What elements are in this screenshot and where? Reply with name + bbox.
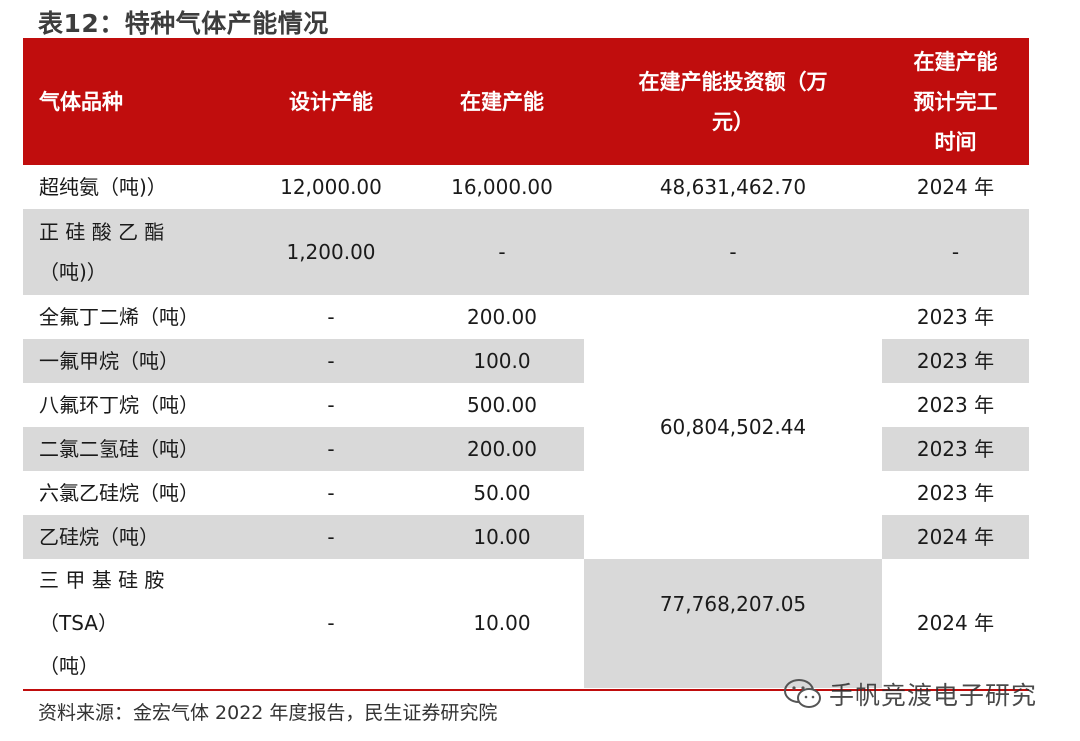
cell-design: -: [242, 295, 420, 339]
cell-completion: 2023 年: [882, 339, 1029, 383]
capacity-table: 气体品种 设计产能 在建产能 在建产能投资额（万 元） 在建产能 预计完工 时间…: [23, 38, 1029, 688]
cell-gas-name: 六氯乙硅烷（吨）: [23, 471, 242, 515]
cell-building: 100.0: [420, 339, 584, 383]
cell-completion: 2023 年: [882, 295, 1029, 339]
cell-gas-name-line2: （TSA）: [39, 611, 118, 635]
cell-gas-name: 八氟环丁烷（吨）: [23, 383, 242, 427]
cell-investment: 77,768,207.05: [584, 559, 882, 688]
table-row: 三 甲 基 硅 胺 （TSA） （吨） - 10.00 77,768,207.0…: [23, 559, 1029, 688]
cell-investment-value: 77,768,207.05: [659, 592, 807, 616]
source-note: 资料来源：金宏气体 2022 年度报告，民生证券研究院: [38, 702, 498, 724]
cell-gas-name: 超纯氨（吨)）: [23, 165, 242, 209]
header-investment-line2: 元）: [712, 109, 754, 134]
cell-gas-name: 乙硅烷（吨）: [23, 515, 242, 559]
watermark: 手帆竞渡电子研究: [783, 676, 1037, 712]
table-header-row: 气体品种 设计产能 在建产能 在建产能投资额（万 元） 在建产能 预计完工 时间: [23, 38, 1029, 165]
cell-design: -: [242, 559, 420, 688]
cell-gas-name: 全氟丁二烯（吨）: [23, 295, 242, 339]
cell-building: 200.00: [420, 295, 584, 339]
cell-completion: 2024 年: [882, 515, 1029, 559]
cell-design: -: [242, 427, 420, 471]
cell-investment: 48,631,462.70: [584, 165, 882, 209]
cell-design: -: [242, 339, 420, 383]
header-investment-line1: 在建产能投资额（万: [638, 69, 828, 94]
cell-gas-name-line1: 正 硅 酸 乙 酯: [39, 220, 165, 244]
cell-building: 500.00: [420, 383, 584, 427]
cell-design: 12,000.00: [242, 165, 420, 209]
cell-design: -: [242, 471, 420, 515]
header-completion-line2: 预计完工: [913, 89, 998, 114]
cell-completion: 2024 年: [882, 165, 1029, 209]
cell-gas-name: 三 甲 基 硅 胺 （TSA） （吨）: [23, 559, 242, 688]
header-completion-line3: 时间: [934, 129, 977, 154]
header-design-capacity: 设计产能: [242, 38, 420, 165]
cell-completion: 2023 年: [882, 383, 1029, 427]
cell-completion: 2023 年: [882, 471, 1029, 515]
cell-building: -: [420, 209, 584, 295]
header-completion: 在建产能 预计完工 时间: [882, 38, 1029, 165]
cell-design: -: [242, 515, 420, 559]
cell-investment: -: [584, 209, 882, 295]
cell-gas-name-line2: （吨)）: [39, 260, 107, 284]
table-title: 表12：特种气体产能情况: [38, 9, 329, 38]
header-building-capacity: 在建产能: [420, 38, 584, 165]
cell-completion: 2023 年: [882, 427, 1029, 471]
cell-design: -: [242, 383, 420, 427]
table-row: 全氟丁二烯（吨） - 200.00 60,804,502.44 2023 年: [23, 295, 1029, 559]
cell-gas-name-line1: 三 甲 基 硅 胺: [39, 568, 165, 592]
watermark-text: 手帆竞渡电子研究: [829, 681, 1038, 710]
header-completion-line1: 在建产能: [913, 49, 998, 74]
cell-investment-merged: 60,804,502.44: [584, 295, 882, 559]
cell-building: 16,000.00: [420, 165, 584, 209]
cell-completion: -: [882, 209, 1029, 295]
cell-gas-name: 二氯二氢硅（吨）: [23, 427, 242, 471]
cell-gas-name: 一氟甲烷（吨）: [23, 339, 242, 383]
cell-gas-name: 正 硅 酸 乙 酯 （吨)）: [23, 209, 242, 295]
header-gas-type: 气体品种: [23, 38, 242, 165]
cell-building: 10.00: [420, 559, 584, 688]
table-row: 超纯氨（吨)） 12,000.00 16,000.00 48,631,462.7…: [23, 165, 1029, 209]
cell-building: 50.00: [420, 471, 584, 515]
table-row: 正 硅 酸 乙 酯 （吨)） 1,200.00 - - -: [23, 209, 1029, 295]
header-investment: 在建产能投资额（万 元）: [584, 38, 882, 165]
cell-building: 10.00: [420, 515, 584, 559]
cell-design: 1,200.00: [242, 209, 420, 295]
wechat-icon: [784, 679, 821, 708]
cell-building: 200.00: [420, 427, 584, 471]
cell-completion: 2024 年: [882, 559, 1029, 688]
cell-gas-name-line3: （吨）: [39, 654, 99, 678]
